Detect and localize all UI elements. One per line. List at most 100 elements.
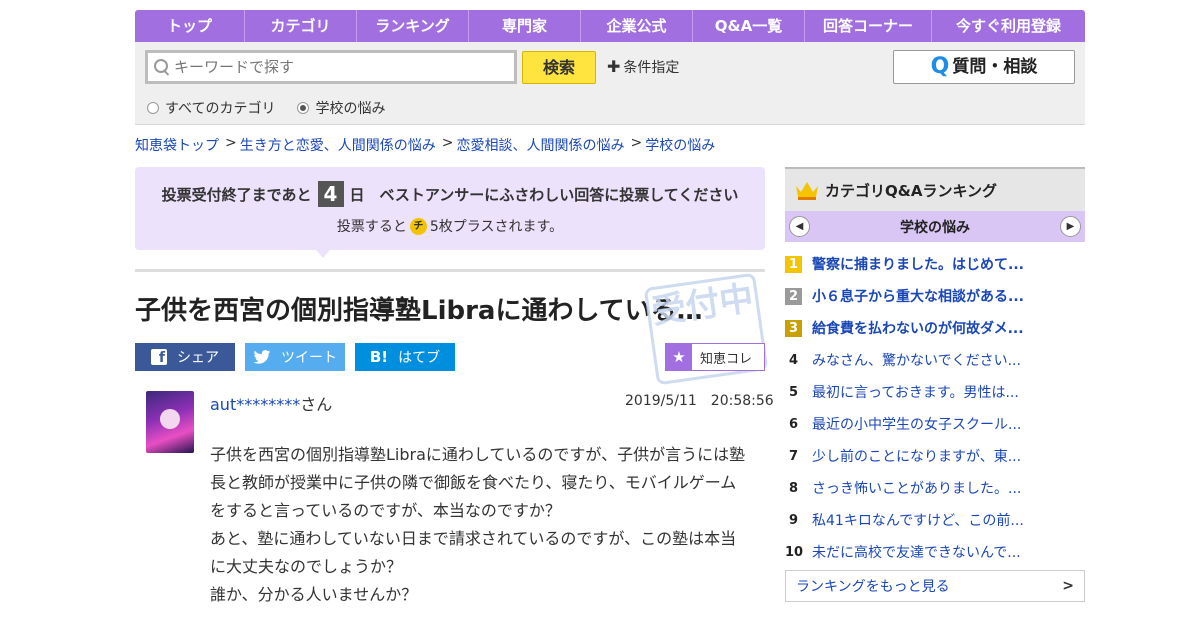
radio-icon xyxy=(147,102,159,114)
nav-answer-corner[interactable]: 回答コーナー xyxy=(805,10,932,42)
rank-number: 6 xyxy=(788,416,799,432)
chie-kore-label: 知恵コレ xyxy=(700,351,753,367)
condition-button[interactable]: ✚ 条件指定 xyxy=(607,57,679,77)
avatar-face xyxy=(160,409,180,429)
breadcrumb-separator: > xyxy=(441,135,454,151)
scope-all-label: すべてのカテゴリ xyxy=(165,101,276,117)
star-icon: ★ xyxy=(666,344,692,370)
breadcrumb-item[interactable]: 生き方と恋愛、人間関係の悩み xyxy=(240,135,436,155)
scope-current-radio[interactable]: 学校の悩み xyxy=(297,98,385,118)
search-scope: すべてのカテゴリ 学校の悩み xyxy=(147,98,407,118)
nav-category[interactable]: カテゴリ xyxy=(245,10,357,42)
questioner: aut********さん xyxy=(210,391,332,415)
ranking-item[interactable]: 8 さっき怖いことがありました。... xyxy=(785,472,1085,504)
twitter-share-label: ツイート xyxy=(281,350,337,366)
ranking-item-title[interactable]: 未だに高校で友達できないんで... xyxy=(812,542,1021,562)
body-line: 子供を西宮の個別指導塾Libraに通わしているのですが、子供が言うには塾 xyxy=(210,445,746,464)
hatena-bookmark-button[interactable]: B! はてブ xyxy=(355,343,455,371)
vote-note-prefix: 投票すると xyxy=(336,219,407,235)
nav-expert[interactable]: 専門家 xyxy=(469,10,581,42)
twitter-share-button[interactable]: ツイート xyxy=(245,343,345,371)
ranking-item[interactable]: 3 給食費を払わないのが何故ダメ... xyxy=(785,312,1085,344)
rank-badge: 2 xyxy=(785,287,802,305)
nav-qa-list[interactable]: Q&A一覧 xyxy=(693,10,805,42)
search-icon xyxy=(154,59,170,75)
scope-all-radio[interactable]: すべてのカテゴリ xyxy=(147,98,275,118)
question-date: 2019/5/11 20:58:56 xyxy=(625,393,774,409)
chie-kore-button[interactable]: ★ 知恵コレ xyxy=(665,343,765,371)
nav-official[interactable]: 企業公式 xyxy=(581,10,693,42)
ranking-list: 1 警察に捕まりました。はじめて... 2 小６息子から重大な相談がある... … xyxy=(785,248,1085,568)
ranking-item-title[interactable]: 小６息子から重大な相談がある... xyxy=(812,286,1024,306)
ranking-item[interactable]: 7 少し前のことになりますが、東... xyxy=(785,440,1085,472)
ranking-item-title[interactable]: 給食費を払わないのが何故ダメ... xyxy=(812,318,1024,338)
ranking-header: カテゴリQ&Aランキング xyxy=(785,167,1085,211)
questioner-suffix: さん xyxy=(300,395,333,414)
nav-top[interactable]: トップ xyxy=(135,10,245,42)
vote-suffix: 日 ベストアンサーにふさわしい回答に投票してください xyxy=(349,185,739,204)
rank-number: 10 xyxy=(785,544,804,560)
ranking-item-title[interactable]: みなさん、驚かないでください... xyxy=(812,350,1021,370)
ranking-item[interactable]: 9 私41キロなんですけど、この前... xyxy=(785,504,1085,536)
body-line: 誰か、分かる人いませんか？ xyxy=(210,585,418,604)
ranking-item[interactable]: 10 未だに高校で友達できないんで... xyxy=(785,536,1085,568)
ranking-item-title[interactable]: 私41キロなんですけど、この前... xyxy=(812,510,1024,530)
ranking-item[interactable]: 6 最近の小中学生の女子スクール... xyxy=(785,408,1085,440)
breadcrumb-separator: > xyxy=(630,135,643,151)
vote-days-badge: 4 xyxy=(317,181,344,207)
rank-number: 9 xyxy=(788,512,799,528)
search-button[interactable]: 検索 xyxy=(522,51,596,84)
scope-current-label: 学校の悩み xyxy=(315,101,386,117)
ranking-item-title[interactable]: 警察に捕まりました。はじめて... xyxy=(812,254,1024,274)
condition-label: 条件指定 xyxy=(623,60,680,76)
rank-number: 8 xyxy=(788,480,799,496)
ranking-item[interactable]: 1 警察に捕まりました。はじめて... xyxy=(785,248,1085,280)
breadcrumb: 知恵袋トップ > 生き方と恋愛、人間関係の悩み > 恋愛相談、人間関係の悩み >… xyxy=(135,135,715,155)
facebook-share-button[interactable]: f シェア xyxy=(135,343,235,371)
ask-question-button[interactable]: Q 質問・相談 xyxy=(893,50,1075,84)
ranking-item-title[interactable]: 少し前のことになりますが、東... xyxy=(812,446,1021,466)
ranking-item[interactable]: 5 最初に言っておきます。男性は... xyxy=(785,376,1085,408)
search-input[interactable] xyxy=(174,58,504,76)
coin-icon: チ xyxy=(409,217,427,235)
ranking-category: 学校の悩み xyxy=(900,219,970,236)
ranking-item[interactable]: 2 小６息子から重大な相談がある... xyxy=(785,280,1085,312)
body-line: 長と教師が授業中に子供の隣で御飯を食べたり、寝たり、モバイルゲーム xyxy=(210,473,737,492)
ranking-item-title[interactable]: 最初に言っておきます。男性は... xyxy=(812,382,1019,402)
rank-badge: 1 xyxy=(785,255,802,273)
hatena-label: はてブ xyxy=(398,350,441,366)
ask-button-label: 質問・相談 xyxy=(952,57,1038,77)
plus-icon: ✚ xyxy=(607,57,621,76)
search-area: 検索 ✚条件指定 Q質問・相談 すべてのカテゴリ 学校の悩み xyxy=(135,42,1085,125)
vote-note-suffix: 5枚プラスされます。 xyxy=(429,219,564,235)
body-line: に大丈夫なのでしょうか？ xyxy=(210,557,403,576)
ranking-category-bar: ◀ 学校の悩み ▶ xyxy=(785,211,1085,242)
chevron-right-icon: > xyxy=(1062,578,1074,594)
chevron-left-icon[interactable]: ◀ xyxy=(789,216,810,237)
search-box[interactable] xyxy=(145,50,517,84)
chevron-right-icon[interactable]: ▶ xyxy=(1060,216,1081,237)
body-line: をすると言っているのですが、本当なのですか？ xyxy=(210,501,561,520)
ranking-more-link[interactable]: ランキングをもっと見る > xyxy=(785,570,1085,602)
rank-number: 5 xyxy=(788,384,799,400)
questioner-link[interactable]: aut******** xyxy=(210,395,300,414)
radio-icon xyxy=(297,102,310,114)
rank-number: 7 xyxy=(788,448,799,464)
breadcrumb-item[interactable]: 知恵袋トップ xyxy=(135,135,219,155)
avatar[interactable] xyxy=(146,391,194,453)
nav-ranking[interactable]: ランキング xyxy=(357,10,469,42)
q-icon: Q xyxy=(930,54,950,79)
header: トップ カテゴリ ランキング 専門家 企業公式 Q&A一覧 回答コーナー 今すぐ… xyxy=(135,10,1085,125)
ranking-item[interactable]: 4 みなさん、驚かないでください... xyxy=(785,344,1085,376)
ranking-item-title[interactable]: 最近の小中学生の女子スクール... xyxy=(812,414,1021,434)
breadcrumb-separator: > xyxy=(225,135,237,151)
twitter-icon xyxy=(253,350,271,364)
ranking-item-title[interactable]: さっき怖いことがありました。... xyxy=(812,478,1021,498)
rank-badge: 3 xyxy=(785,319,802,337)
divider xyxy=(135,269,765,272)
nav-register[interactable]: 今すぐ利用登録 xyxy=(932,10,1085,42)
breadcrumb-item[interactable]: 恋愛相談、人間関係の悩み xyxy=(456,135,624,155)
breadcrumb-item[interactable]: 学校の悩み xyxy=(645,135,715,155)
facebook-share-label: シェア xyxy=(177,350,219,366)
facebook-icon: f xyxy=(151,349,167,366)
